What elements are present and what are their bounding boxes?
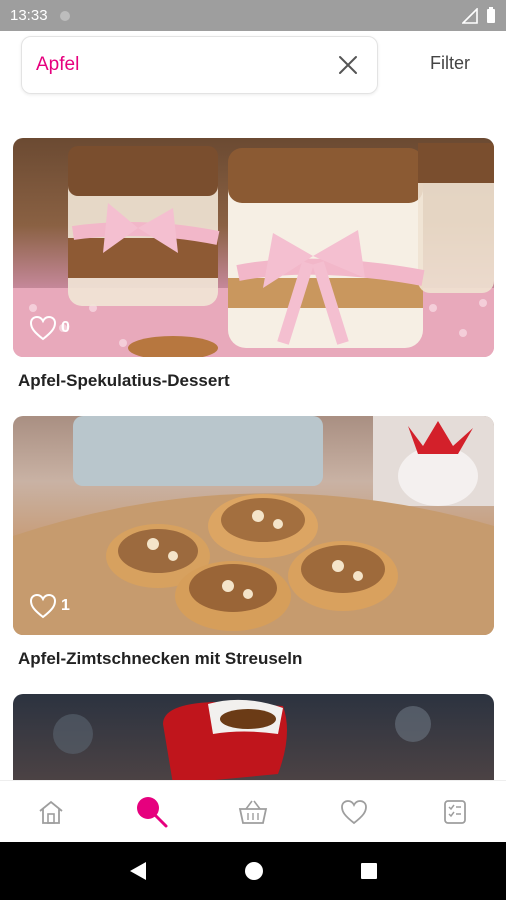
search-bar: Filter [0, 31, 506, 103]
system-navigation-bar [0, 842, 506, 900]
recipe-title[interactable]: Apfel-Spekulatius-Dessert [13, 371, 494, 391]
like-count: 1 [61, 597, 70, 614]
recipe-card[interactable] [13, 694, 494, 780]
notification-dot-icon [59, 10, 70, 21]
close-icon[interactable] [337, 54, 359, 76]
nav-search[interactable] [101, 781, 202, 842]
recents-icon[interactable] [360, 862, 378, 880]
like-count: 0 [61, 319, 70, 336]
heart-outline-icon [29, 593, 57, 619]
signal-icon [462, 7, 478, 24]
recipe-card[interactable]: 1 Apfel-Zimtschnecken mit Streuseln [13, 416, 494, 669]
like-counter[interactable]: 1 [29, 593, 70, 619]
dessert-jars-illustration [13, 143, 494, 357]
filter-button[interactable]: Filter [430, 53, 470, 74]
like-counter[interactable]: 0 [29, 315, 70, 341]
recipe-card[interactable]: 0 Apfel-Spekulatius-Dessert [13, 138, 494, 391]
recipe-title[interactable]: Apfel-Zimtschnecken mit Streuseln [13, 649, 494, 669]
search-icon [136, 796, 168, 827]
recipe-image[interactable]: 1 [13, 416, 494, 635]
bottom-navigation [0, 780, 506, 842]
search-field[interactable] [21, 36, 378, 94]
heart-outline-icon [29, 315, 57, 341]
search-input[interactable] [36, 54, 296, 76]
nav-basket[interactable] [202, 781, 303, 842]
home-icon [39, 800, 63, 824]
shopping-list-icon [444, 799, 467, 824]
back-icon[interactable] [128, 860, 148, 882]
cinnamon-rolls-illustration [13, 416, 494, 635]
status-time: 13:33 [10, 7, 48, 24]
recipe-image[interactable]: 0 [13, 138, 494, 357]
basket-icon [238, 800, 268, 824]
nav-shopping-list[interactable] [405, 781, 506, 842]
nav-favorites[interactable] [304, 781, 405, 842]
battery-icon [487, 7, 495, 23]
status-bar: 13:33 [0, 0, 506, 31]
recipe-list[interactable]: 0 Apfel-Spekulatius-Dessert 1 Apfel-Zimt… [0, 103, 506, 780]
home-circle-icon[interactable] [244, 861, 264, 881]
sauce-jug-illustration [53, 699, 431, 780]
heart-icon [341, 799, 368, 824]
nav-home[interactable] [0, 781, 101, 842]
recipe-image[interactable] [13, 694, 494, 780]
